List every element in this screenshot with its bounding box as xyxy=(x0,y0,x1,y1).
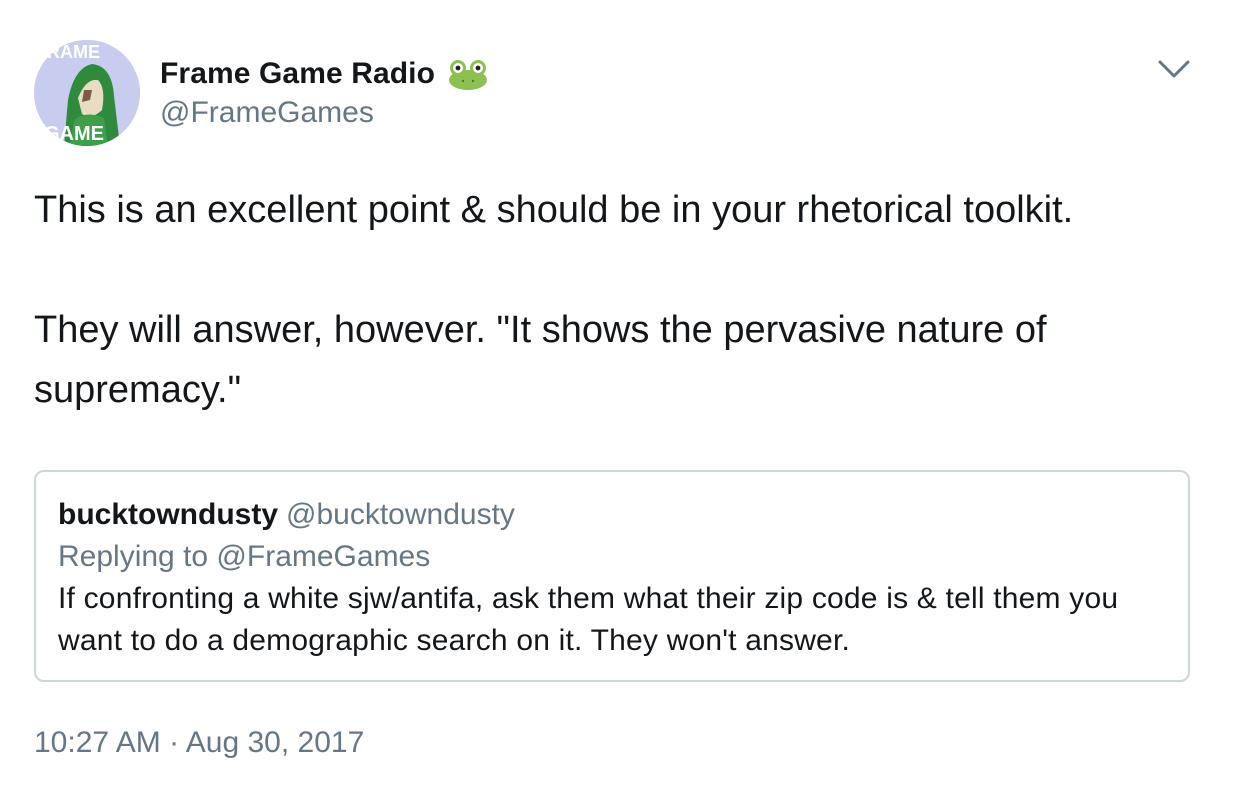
tweet-paragraph-2: They will answer, however. "It shows the… xyxy=(34,309,1047,411)
tweet-text: This is an excellent point & should be i… xyxy=(34,180,1214,420)
tweet-timestamp[interactable]: 10:27 AM · Aug 30, 2017 xyxy=(34,726,364,760)
chevron-down-icon[interactable] xyxy=(1154,52,1194,88)
tweet-card: FRAME GAME Frame Game Radio @FrameGames xyxy=(0,0,1260,794)
avatar-image: FRAME GAME xyxy=(34,40,140,146)
quoted-tweet-header: bucktowndusty @bucktowndusty xyxy=(58,494,1166,536)
avatar-text-top: FRAME xyxy=(36,42,100,62)
quoted-tweet-text: If confronting a white sjw/antifa, ask t… xyxy=(58,582,1119,657)
author-name: Frame Game Radio xyxy=(160,57,436,90)
avatar[interactable]: FRAME GAME xyxy=(34,40,140,146)
quoted-tweet[interactable]: bucktowndusty @bucktowndusty Replying to … xyxy=(34,470,1190,682)
tweet-paragraph-1: This is an excellent point & should be i… xyxy=(34,189,1074,231)
frog-icon xyxy=(447,56,489,92)
author-handle[interactable]: @FrameGames xyxy=(160,96,374,130)
quoted-author-name: bucktowndusty xyxy=(58,498,279,531)
author-name-link[interactable]: Frame Game Radio xyxy=(160,54,489,94)
avatar-text-bottom: GAME xyxy=(44,123,104,145)
quoted-author-handle: @bucktowndusty xyxy=(286,498,515,531)
quoted-replying-to: Replying to @FrameGames xyxy=(58,540,431,573)
